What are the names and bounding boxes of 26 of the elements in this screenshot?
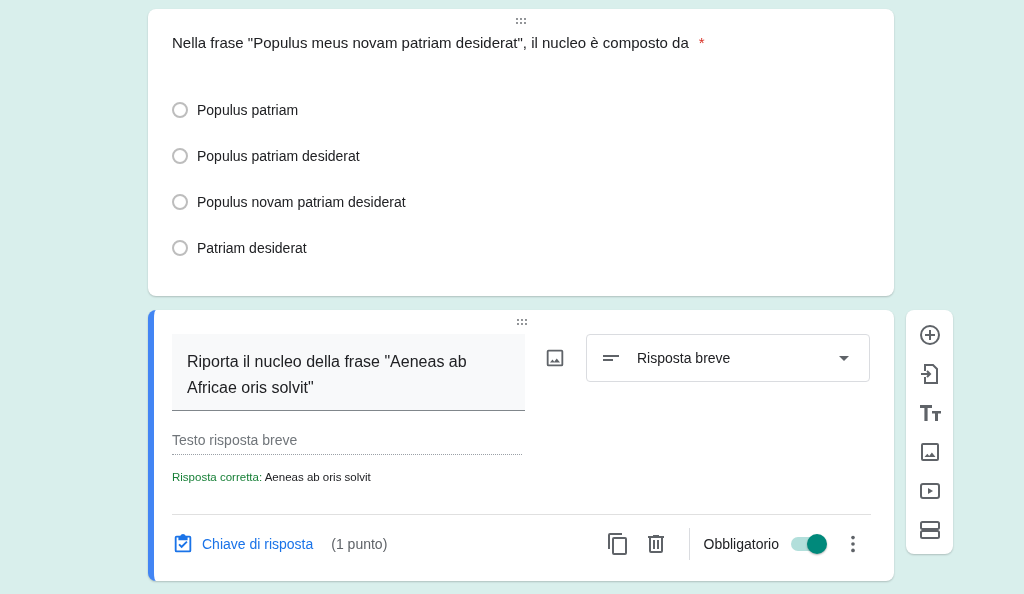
- radio-button[interactable]: [172, 240, 188, 256]
- correct-answer-text: Risposta corretta: Aeneas ab oris solvit: [172, 471, 372, 483]
- drag-handle-icon[interactable]: [513, 15, 529, 27]
- section-icon[interactable]: [917, 518, 942, 542]
- option-label: Populus patriam: [197, 102, 299, 118]
- caret-icon: [839, 355, 849, 361]
- option-label: Populus novam patriam desiderat: [197, 194, 406, 210]
- copy-icon[interactable]: [605, 532, 630, 556]
- radio-button[interactable]: [172, 194, 188, 210]
- radio-button[interactable]: [172, 148, 188, 164]
- option-label: Patriam desiderat: [197, 240, 307, 256]
- question-text: Nella frase "Populus meus novam patriam desiderat", il nucleo è composto da: [172, 34, 689, 51]
- answer-key-link[interactable]: Chiave di risposta: [172, 533, 314, 555]
- required-label: Obbligatorio: [703, 536, 779, 552]
- required-asterisk: *: [698, 34, 705, 51]
- add-circle-icon[interactable]: [917, 323, 942, 347]
- required-toggle[interactable]: [791, 537, 825, 551]
- image-icon[interactable]: [544, 347, 566, 369]
- question-field[interactable]: Riporta il nucleo della frase "Aeneas ab Africae oris solvit": [172, 334, 525, 411]
- option-label: Populus patriam desiderat: [197, 148, 360, 164]
- question-type-dropdown[interactable]: Risposta breve: [586, 334, 870, 382]
- radio-button[interactable]: [172, 102, 188, 118]
- answer-field: Testo risposta breve: [172, 432, 522, 455]
- short-text-icon: [603, 355, 619, 361]
- points-text: (1 punto): [331, 536, 388, 552]
- clipboard-check-icon: [172, 533, 194, 555]
